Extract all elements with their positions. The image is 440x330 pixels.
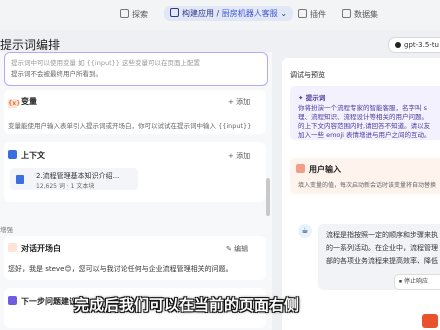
context-header: 上下文 — [8, 150, 45, 161]
app-name[interactable]: 厨房机器人客服 — [222, 9, 278, 18]
database-icon — [342, 9, 351, 18]
opening-section: 对话开场白 ✎ 编辑 您好，我是 steve😊，您可以与我讨论任何与企业流程管理… — [4, 236, 266, 280]
video-subtitle: 完成后我们可以在当前的页面右侧 — [74, 296, 300, 314]
context-section: 上下文 + 添加 2.流程管理基本知识介绍... 12,625 词 · 1 文本… — [4, 142, 266, 202]
folder-icon — [16, 175, 24, 184]
variables-header: {x}变量 — [8, 97, 37, 108]
user-input-section: 用户输入 填入变量的值，每次启动新会话时该变量将自动替换 — [290, 158, 440, 194]
add-context-button[interactable]: + 添加 — [228, 151, 250, 161]
prompt-preview: ✦ 提示词 你将扮演一个流程专家的智能客服，名字叫 s 理、流程知识、流程设计等… — [290, 86, 440, 140]
add-variable-button[interactable]: + 添加 — [228, 97, 250, 107]
top-navigation-bar: 探索 构建应用 / 厨房机器人客服 ⌄ 插件 数据集 — [0, 0, 440, 30]
variable-icon: {x} — [8, 99, 21, 108]
nav-build-app[interactable]: 构建应用 / 厨房机器人客服 ⌄ — [164, 6, 294, 21]
user-input-label: 用户输入 — [296, 164, 341, 175]
orchestration-panel: 提示词中可以使用变量 如 {{input}} 这些变量可以在页面上配置 提示词不… — [0, 52, 272, 330]
debug-preview-panel: 调试与预览 ✦ 提示词 你将扮演一个流程专家的智能客服，名字叫 s 理、流程知识… — [282, 58, 440, 330]
scrollbar[interactable] — [266, 178, 270, 216]
context-icon — [8, 150, 17, 159]
next-suggestion-header: 下一步问题建议 — [8, 296, 77, 307]
page-title: 提示词编排 — [0, 38, 61, 52]
nav-explore[interactable]: 探索 — [120, 9, 148, 20]
bot-avatar: ☕ — [298, 224, 312, 238]
nav-datasets[interactable]: 数据集 — [342, 9, 378, 20]
debug-title: 调试与预览 — [290, 71, 325, 79]
variables-section: {x}变量 + 添加 变量能使用户输入表单引入提示词或开场白，你可以试试在提示词… — [4, 90, 266, 134]
edit-opening-button[interactable]: ✎ 编辑 — [226, 244, 248, 254]
suggestion-icon — [8, 296, 17, 305]
enhance-label: 增强 — [0, 226, 13, 234]
stop-response-button[interactable]: ⏹ 停止响应 — [394, 274, 440, 290]
model-selector[interactable]: gpt-3.5-tu — [388, 37, 440, 53]
puzzle-icon — [298, 9, 307, 18]
user-input-icon — [296, 164, 305, 173]
stop-icon: ⏹ — [399, 278, 403, 285]
nav-plugins[interactable]: 插件 — [298, 9, 326, 20]
compass-icon — [120, 9, 129, 18]
site-logo-icon — [422, 314, 438, 328]
prompt-editor[interactable]: 提示词中可以使用变量 如 {{input}} 这些变量可以在页面上配置 提示词不… — [4, 52, 268, 86]
context-document[interactable]: 2.流程管理基本知识介绍... 12,625 词 · 1 文本块 — [10, 168, 138, 190]
chat-icon — [8, 243, 17, 252]
grid-icon — [170, 8, 179, 17]
opening-header: 对话开场白 — [8, 243, 61, 254]
prompt-preview-label: ✦ 提示词 — [298, 94, 326, 102]
openai-icon — [395, 42, 401, 48]
